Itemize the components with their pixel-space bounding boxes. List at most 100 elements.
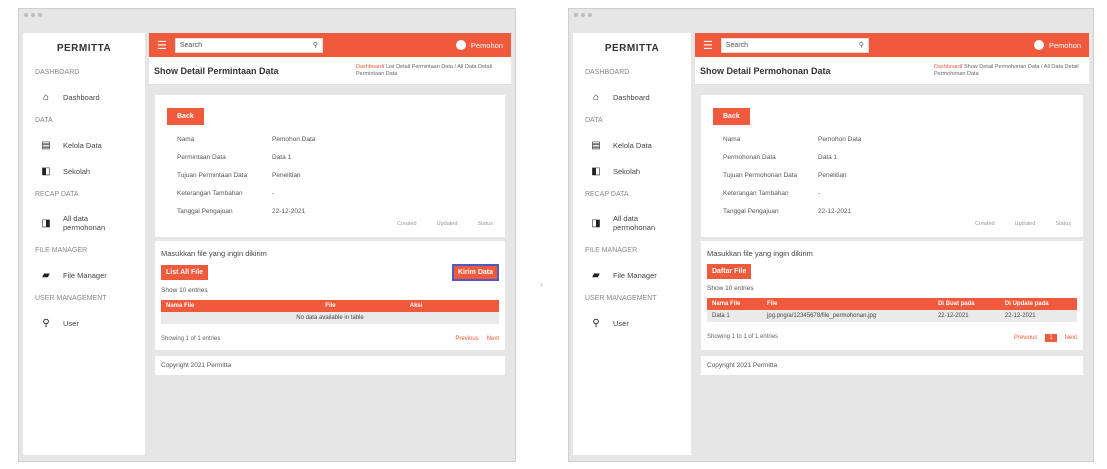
breadcrumb-home[interactable]: Dashboard (934, 64, 961, 70)
hamburger-icon[interactable]: ☰ (157, 39, 167, 52)
user-menu[interactable]: Pemohon (1033, 40, 1081, 50)
field-row: Nama Pemohon Data (167, 136, 493, 143)
page-number-button[interactable]: 1 (1045, 334, 1057, 342)
field-value: 22-12-2021 (272, 208, 306, 215)
next-button[interactable]: Next (1065, 335, 1077, 341)
field-value: Data 1 (272, 154, 292, 161)
sidebar-item-user[interactable]: ⚲ User (591, 318, 691, 329)
column-header[interactable]: Nama File (707, 298, 763, 310)
cell-file-link[interactable]: jpg.png/a/12345678/file_permohonan.jpg (762, 310, 933, 322)
sidebar-item-sekolah[interactable]: ◧ Sekolah (591, 165, 691, 177)
section-file-manager: FILE MANAGER (585, 247, 638, 254)
back-button[interactable]: Back (167, 108, 204, 125)
prev-button[interactable]: Previous (455, 336, 478, 342)
avatar-icon (1033, 40, 1044, 50)
field-value: Pemohon Data (272, 136, 316, 143)
field-value: Pemohon Data (818, 136, 862, 143)
footer: Copyright 2021 Permitta (701, 356, 1083, 375)
field-row: Keterangan Tambahan - (167, 190, 493, 197)
field-label: Keterangan Tambahan (723, 190, 789, 197)
list-file-button[interactable]: Daftar File (707, 264, 752, 279)
search-input[interactable]: Search ⚲ (720, 37, 869, 53)
search-input[interactable]: Search ⚲ (174, 37, 323, 53)
page-title: Show Detail Permohonan Data (700, 65, 831, 76)
sidebar-item-all-data[interactable]: ◨ All data permohonan (591, 214, 691, 232)
back-button[interactable]: Back (713, 108, 750, 125)
search-icon[interactable]: ⚲ (859, 41, 864, 49)
page-title: Show Detail Permintaan Data (154, 65, 279, 76)
field-row: Tanggal Pengajuan 22-12-2021 (167, 208, 493, 215)
brand-logo[interactable]: PERMITTA (573, 43, 691, 54)
brand-logo[interactable]: PERMITTA (23, 43, 145, 54)
user-menu[interactable]: Pemohon (455, 40, 503, 50)
window-titlebar (569, 9, 1093, 20)
footer: Copyright 2021 Permitta (155, 356, 505, 375)
field-value: - (272, 190, 275, 197)
column-header[interactable]: Aksi (404, 300, 499, 312)
meta-updated: Updated (1014, 221, 1036, 227)
meta-info: Created Updated Status (167, 221, 493, 227)
section-file-manager: FILE MANAGER (35, 247, 88, 254)
book-open-icon: ◨ (41, 217, 51, 229)
table-row[interactable]: Data 1 jpg.png/a/12345678/file_permohonan… (707, 310, 1077, 322)
next-button[interactable]: Next (487, 336, 499, 342)
show-entries[interactable]: Show 10 entries (707, 285, 1077, 292)
list-file-button[interactable]: List All File (161, 265, 209, 280)
sidebar-item-label: Sekolah (613, 166, 641, 176)
search-placeholder: Search (725, 41, 749, 49)
home-icon: ⌂ (42, 91, 50, 103)
column-header[interactable]: Di Buat pada (932, 298, 1000, 310)
pager-links: Previous Next (455, 336, 499, 342)
book-open-icon: ◨ (591, 217, 601, 229)
column-header[interactable]: Nama File (161, 300, 321, 312)
showing-info: Showing 1 of 1 entries (161, 336, 221, 342)
prev-button[interactable]: Previous (1014, 335, 1037, 341)
upload-button[interactable]: Kirim Data (451, 264, 499, 281)
sidebar-item-label: Kelola Data (613, 140, 652, 150)
sidebar-item-label: Dashboard (613, 92, 650, 102)
search-icon[interactable]: ⚲ (313, 41, 318, 49)
field-label: Tanggal Pengajuan (723, 208, 779, 215)
book-icon: ◧ (591, 165, 601, 177)
sidebar-item-label: All data permohonan (63, 214, 106, 232)
sidebar-item-file-manager[interactable]: ▰ File Manager (41, 270, 145, 281)
sidebar-item-dashboard[interactable]: ⌂ Dashboard (591, 92, 691, 103)
user-icon: ⚲ (42, 317, 50, 329)
column-header[interactable]: Di Update pada (999, 298, 1077, 310)
table-icon: ▤ (41, 139, 51, 151)
meta-status: Status (1055, 221, 1071, 227)
sidebar-item-label: Kelola Data (63, 140, 102, 150)
field-value: Data 1 (818, 154, 838, 161)
page-header: Show Detail Permohonan Data Dashboard/ S… (695, 57, 1089, 85)
show-entries[interactable]: Show 10 entries (161, 287, 499, 294)
action-bar: List All File Kirim Data (161, 264, 499, 281)
detail-card: Back Nama Pemohon Data Permohonan Data Dat… (701, 95, 1083, 237)
field-label: Permohonan Data (723, 154, 776, 161)
page-header: Show Detail Permintaan Data Dashboard/ L… (149, 57, 511, 85)
breadcrumb-home[interactable]: Dashboard (356, 64, 383, 70)
sidebar: PERMITTA DASHBOARD ⌂ Dashboard DATA ▤ Kelo… (23, 33, 145, 455)
sidebar-item-all-data[interactable]: ◨ All data permohonan (41, 214, 145, 232)
main-content: ☰ Search ⚲ Pemohon Show Detail Permintaan… (149, 33, 511, 455)
sidebar-item-kelola-data[interactable]: ▤ Kelola Data (41, 139, 145, 151)
cell-created: 22-12-2021 (932, 310, 1000, 322)
section-data: DATA (585, 117, 603, 124)
screen-permintaan: PERMITTA DASHBOARD ⌂ Dashboard DATA ▤ Kelo… (18, 8, 516, 462)
sidebar-item-kelola-data[interactable]: ▤ Kelola Data (591, 140, 691, 151)
hamburger-icon[interactable]: ☰ (703, 39, 713, 52)
field-row: Permintaan Data Data 1 (167, 154, 493, 161)
action-bar: Daftar File (707, 264, 1077, 279)
column-header[interactable]: File (320, 300, 405, 312)
column-header[interactable]: File (762, 298, 933, 310)
field-row: Permohonan Data Data 1 (713, 154, 1071, 161)
sidebar-item-dashboard[interactable]: ⌂ Dashboard (41, 91, 145, 103)
field-value: - (818, 190, 821, 197)
field-value: Penelitian (272, 172, 301, 179)
sidebar-item-file-manager[interactable]: ▰ File Manager (591, 270, 691, 281)
topbar: ☰ Search ⚲ Pemohon (695, 33, 1089, 57)
sidebar-item-user[interactable]: ⚲ User (41, 317, 145, 329)
main-content: ☰ Search ⚲ Pemohon Show Detail Permohonan… (695, 33, 1089, 455)
field-label: Tujuan Permintaan Data (177, 172, 248, 179)
field-row: Keterangan Tambahan - (713, 190, 1071, 197)
sidebar-item-sekolah[interactable]: ◧ Sekolah (41, 166, 145, 177)
